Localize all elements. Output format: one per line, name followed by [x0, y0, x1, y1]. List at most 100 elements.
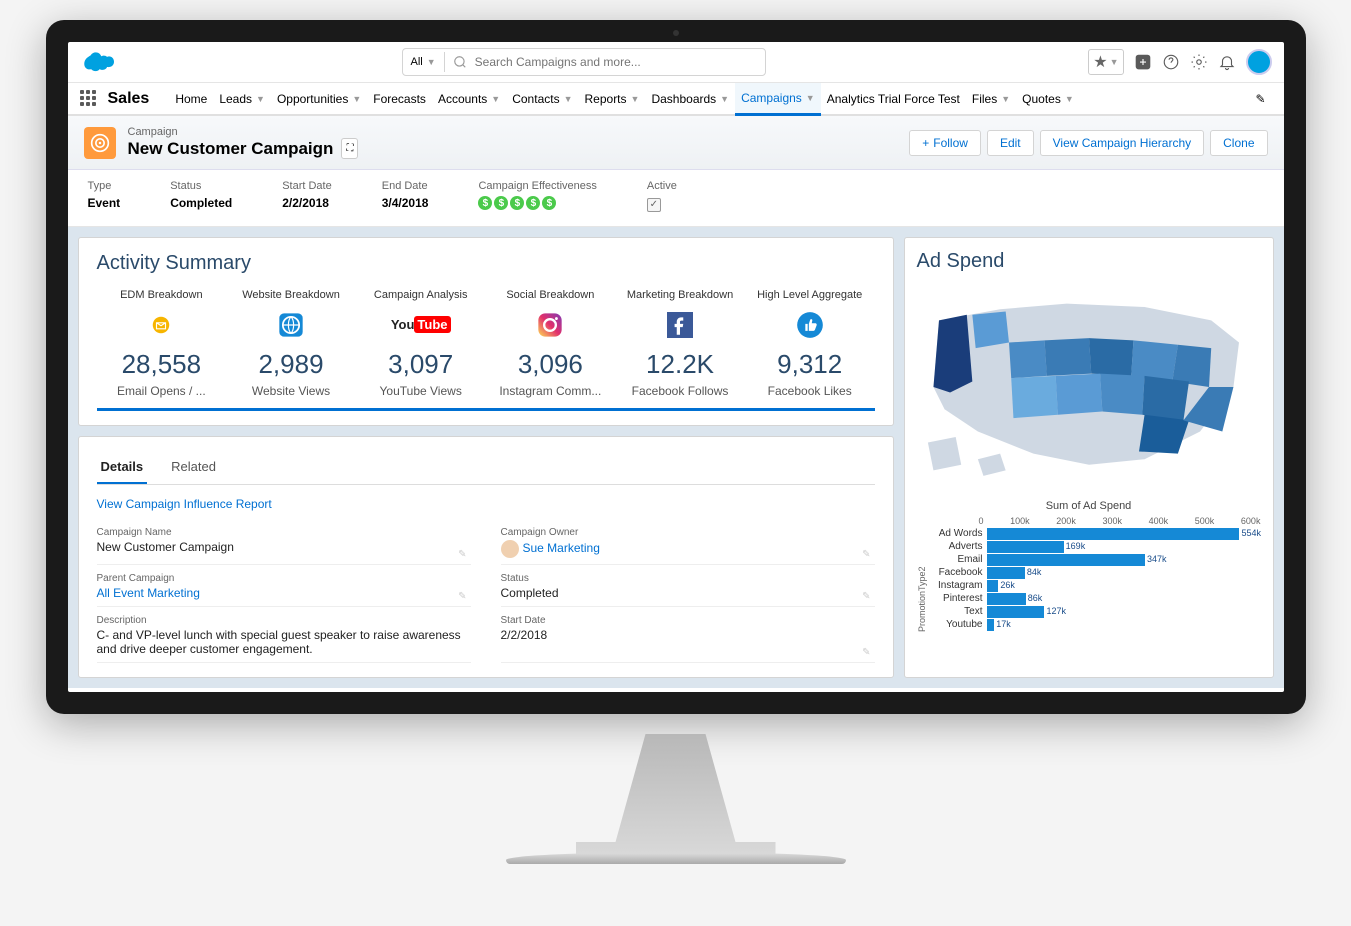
- help-icon[interactable]: [1162, 53, 1180, 71]
- nav-item-opportunities[interactable]: Opportunities▼: [271, 83, 367, 114]
- youtube-icon: YouTube: [405, 309, 437, 341]
- field-label-description: Description: [97, 615, 471, 626]
- nav-item-home[interactable]: Home: [169, 83, 213, 114]
- mail-icon: [145, 309, 177, 341]
- campaign-object-icon: [84, 127, 116, 159]
- field-label-name: Campaign Name: [97, 527, 471, 538]
- meta-type-label: Type: [88, 180, 121, 192]
- field-label-owner: Campaign Owner: [501, 527, 875, 538]
- bar-row-pinterest: Pinterest86k: [929, 593, 1261, 605]
- bar-label: Youtube: [929, 619, 987, 630]
- bar-label: Email: [929, 554, 987, 565]
- app-launcher-icon[interactable]: [80, 90, 98, 108]
- activity-card-5[interactable]: High Level Aggregate 9,312 Facebook Likes: [745, 289, 875, 398]
- activity-value: 3,096: [486, 349, 616, 380]
- activity-title: Social Breakdown: [486, 289, 616, 301]
- chart-title: Sum of Ad Spend: [917, 500, 1261, 512]
- nav-item-contacts[interactable]: Contacts▼: [506, 83, 578, 114]
- nav-item-files[interactable]: Files▼: [966, 83, 1016, 114]
- activity-card-0[interactable]: EDM Breakdown28,558Email Opens / ...: [97, 289, 227, 398]
- record-name: New Customer Campaign: [128, 139, 334, 159]
- nav-item-forecasts[interactable]: Forecasts: [367, 83, 432, 114]
- field-value-startdate: 2/2/2018: [501, 626, 875, 644]
- activity-sublabel: Instagram Comm...: [486, 384, 616, 398]
- meta-active-label: Active: [647, 180, 677, 192]
- activity-sublabel: Facebook Likes: [745, 384, 875, 398]
- notifications-icon[interactable]: [1218, 53, 1236, 71]
- activity-sublabel: Website Views: [226, 384, 356, 398]
- activity-title: Website Breakdown: [226, 289, 356, 301]
- field-value-status: Completed: [501, 584, 875, 602]
- edit-nav-icon[interactable]: ✎: [1249, 86, 1271, 112]
- ad-spend-heading: Ad Spend: [917, 250, 1261, 273]
- activity-title: Marketing Breakdown: [615, 289, 745, 301]
- tab-details[interactable]: Details: [97, 451, 148, 484]
- hierarchy-icon[interactable]: ⛶: [341, 138, 358, 159]
- settings-icon[interactable]: [1190, 53, 1208, 71]
- add-button[interactable]: [1134, 53, 1152, 71]
- meta-status-value: Completed: [170, 196, 232, 210]
- favorites-button[interactable]: ★▼: [1088, 49, 1123, 75]
- meta-start-label: Start Date: [282, 180, 332, 192]
- bar-row-text: Text127k: [929, 606, 1261, 618]
- edit-start-icon[interactable]: ✎: [862, 647, 870, 658]
- edit-parent-icon[interactable]: ✎: [458, 591, 466, 602]
- nav-item-dashboards[interactable]: Dashboards▼: [645, 83, 735, 114]
- activity-card-1[interactable]: Website Breakdown2,989Website Views: [226, 289, 356, 398]
- activity-value: 28,558: [97, 349, 227, 380]
- bar-label: Ad Words: [929, 528, 987, 539]
- activity-sublabel: Facebook Follows: [615, 384, 745, 398]
- influence-report-link[interactable]: View Campaign Influence Report: [97, 497, 875, 511]
- meta-status-label: Status: [170, 180, 232, 192]
- edit-status-icon[interactable]: ✎: [862, 591, 870, 602]
- edit-owner-icon[interactable]: ✎: [862, 549, 870, 560]
- nav-item-leads[interactable]: Leads▼: [213, 83, 271, 114]
- bar-row-adverts: Adverts169k: [929, 541, 1261, 553]
- activity-value: 12.2K: [615, 349, 745, 380]
- activity-summary-heading: Activity Summary: [97, 252, 875, 275]
- meta-start-value: 2/2/2018: [282, 196, 332, 210]
- object-type-label: Campaign: [128, 126, 359, 138]
- activity-card-4[interactable]: Marketing Breakdown 12.2K Facebook Follows: [615, 289, 745, 398]
- activity-title: High Level Aggregate: [745, 289, 875, 301]
- activity-sublabel: YouTube Views: [356, 384, 486, 398]
- nav-item-accounts[interactable]: Accounts▼: [432, 83, 506, 114]
- salesforce-logo[interactable]: [80, 50, 114, 74]
- bar-label: Text: [929, 606, 987, 617]
- meta-end-value: 3/4/2018: [382, 196, 429, 210]
- bar-row-ad-words: Ad Words554k: [929, 528, 1261, 540]
- effectiveness-rating: $$$$$: [478, 196, 596, 210]
- global-search-input[interactable]: [445, 49, 765, 75]
- clone-button[interactable]: Clone: [1210, 130, 1267, 156]
- edit-button[interactable]: Edit: [987, 130, 1034, 156]
- search-scope-dropdown[interactable]: All▼: [403, 52, 445, 72]
- user-avatar[interactable]: [1246, 49, 1272, 75]
- nav-item-reports[interactable]: Reports▼: [579, 83, 646, 114]
- bar-row-email: Email347k: [929, 554, 1261, 566]
- nav-item-campaigns[interactable]: Campaigns▼: [735, 83, 821, 116]
- activity-value: 9,312: [745, 349, 875, 380]
- bar-label: Facebook: [929, 567, 987, 578]
- follow-button[interactable]: +Follow: [909, 130, 981, 156]
- globe-icon: [275, 309, 307, 341]
- bar-row-youtube: Youtube17k: [929, 619, 1261, 631]
- activity-title: Campaign Analysis: [356, 289, 486, 301]
- activity-card-2[interactable]: Campaign Analysis YouTube 3,097 YouTube Vie…: [356, 289, 486, 398]
- nav-item-analytics-trial-force-test[interactable]: Analytics Trial Force Test: [821, 83, 966, 114]
- view-hierarchy-button[interactable]: View Campaign Hierarchy: [1040, 130, 1205, 156]
- meta-type-value: Event: [88, 196, 121, 210]
- bar-label: Adverts: [929, 541, 987, 552]
- edit-name-icon[interactable]: ✎: [458, 549, 466, 560]
- bar-label: Pinterest: [929, 593, 987, 604]
- bar-label: Instagram: [929, 580, 987, 591]
- field-value-owner[interactable]: Sue Marketing: [501, 538, 875, 560]
- bar-row-instagram: Instagram26k: [929, 580, 1261, 592]
- tab-related[interactable]: Related: [167, 451, 220, 484]
- active-checkbox[interactable]: ✓: [647, 198, 661, 212]
- field-value-parent[interactable]: All Event Marketing: [97, 584, 471, 602]
- nav-item-quotes[interactable]: Quotes▼: [1016, 83, 1080, 114]
- us-map-chart: [917, 287, 1261, 487]
- activity-value: 3,097: [356, 349, 486, 380]
- activity-card-3[interactable]: Social Breakdown 3,096 Instagram Comm...: [486, 289, 616, 398]
- thumb-icon: [794, 309, 826, 341]
